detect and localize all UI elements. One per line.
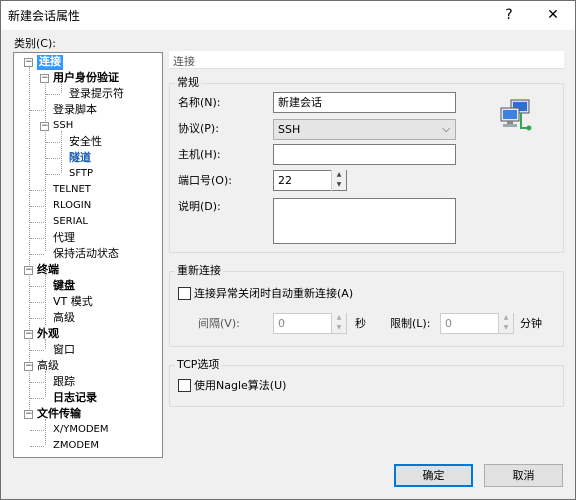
auto-reconnect-checkbox[interactable] <box>178 287 191 300</box>
minutes-unit: 分钟 <box>520 317 542 330</box>
tree-item[interactable]: 登录脚本 <box>53 103 97 118</box>
chevron-down-icon: ⌵ <box>442 124 450 135</box>
tree-item[interactable]: SSH <box>53 119 73 134</box>
category-label: 类别(C): <box>14 37 56 50</box>
limit-value: 0 <box>445 317 452 330</box>
limit-label: 限制(L): <box>390 317 431 330</box>
dialog-window: 新建会话属性 ? ✕ 类别(C): − 连接 − 用户身份验证 登录提示符 登录脚本 − SS… <box>0 0 576 500</box>
name-label: 名称(N): <box>178 96 221 109</box>
tree-item[interactable]: 用户身份验证 <box>53 71 119 86</box>
window-title: 新建会话属性 <box>8 9 81 23</box>
interval-up-icon[interactable]: ▲ <box>332 313 346 323</box>
tree-item[interactable]: 终端 <box>37 263 59 278</box>
cancel-button[interactable]: 取消 <box>484 464 563 487</box>
tree-collapse-toggle[interactable]: − <box>24 362 33 371</box>
reconnect-group <box>169 271 564 347</box>
limit-up-icon[interactable]: ▲ <box>499 313 513 323</box>
tree-collapse-toggle[interactable]: − <box>24 330 33 339</box>
interval-label: 间隔(V): <box>198 317 240 330</box>
port-input[interactable]: 22 ▲ ▼ <box>273 170 347 191</box>
interval-value: 0 <box>278 317 285 330</box>
tree-item[interactable]: 外观 <box>37 327 59 342</box>
tree-item[interactable]: 键盘 <box>53 279 75 294</box>
host-input[interactable] <box>273 144 456 165</box>
port-label: 端口号(O): <box>178 174 232 187</box>
limit-input[interactable]: 0 ▲ ▼ <box>440 313 514 334</box>
network-computer-icon <box>500 99 532 131</box>
nagle-checkbox[interactable] <box>178 379 191 392</box>
tree-collapse-toggle[interactable]: − <box>24 410 33 419</box>
tree-item[interactable]: 登录提示符 <box>69 87 124 102</box>
help-button[interactable]: ? <box>487 1 531 30</box>
tree-item[interactable]: VT 模式 <box>53 295 93 310</box>
tree-collapse-toggle[interactable]: − <box>24 58 33 67</box>
port-value: 22 <box>278 174 292 187</box>
nagle-label[interactable]: 使用Nagle算法(U) <box>194 379 286 393</box>
tree-item[interactable]: 安全性 <box>69 135 102 150</box>
ok-button[interactable]: 确定 <box>394 464 473 487</box>
seconds-unit: 秒 <box>355 317 366 330</box>
port-down-icon[interactable]: ▼ <box>332 180 346 190</box>
port-up-icon[interactable]: ▲ <box>332 170 346 180</box>
description-input[interactable] <box>273 198 456 244</box>
interval-input[interactable]: 0 ▲ ▼ <box>273 313 347 334</box>
tree-item[interactable]: SFTP <box>69 167 93 182</box>
limit-down-icon[interactable]: ▼ <box>499 323 513 333</box>
general-group-title: 常规 <box>175 76 201 90</box>
tree-item[interactable]: 隧道 <box>69 151 91 166</box>
tree-item[interactable]: X/YMODEM <box>53 423 108 438</box>
tree-item[interactable]: TELNET <box>53 183 91 198</box>
panel-header: 连接 <box>169 51 564 69</box>
tree-item[interactable]: 高级 <box>53 311 75 326</box>
tree-collapse-toggle[interactable]: − <box>40 74 49 83</box>
interval-down-icon[interactable]: ▼ <box>332 323 346 333</box>
tree-collapse-toggle[interactable]: − <box>24 266 33 275</box>
close-button[interactable]: ✕ <box>531 1 575 30</box>
auto-reconnect-label[interactable]: 连接异常关闭时自动重新连接(A) <box>194 287 353 301</box>
protocol-label: 协议(P): <box>178 122 219 135</box>
reconnect-group-title: 重新连接 <box>175 264 223 278</box>
title-bar[interactable]: 新建会话属性 ? ✕ <box>1 1 575 30</box>
panel-header-title: 连接 <box>173 55 195 68</box>
tree-item[interactable]: 代理 <box>53 231 75 246</box>
protocol-value: SSH <box>278 123 301 136</box>
tree-item[interactable]: 窗口 <box>53 343 75 358</box>
name-input[interactable]: 新建会话 <box>273 92 456 113</box>
tree-item[interactable]: 连接 <box>37 55 63 70</box>
tree-item[interactable]: 跟踪 <box>53 375 75 390</box>
tree-item[interactable]: 高级 <box>37 359 59 374</box>
tree-item[interactable]: SERIAL <box>53 215 88 230</box>
tree-item[interactable]: 保持活动状态 <box>53 247 119 262</box>
tcp-group-title: TCP选项 <box>175 358 222 372</box>
tree-item[interactable]: 日志记录 <box>53 391 97 406</box>
tree-item[interactable]: 文件传输 <box>37 407 81 422</box>
tree-collapse-toggle[interactable]: − <box>40 122 49 131</box>
host-label: 主机(H): <box>178 148 221 161</box>
tree-item[interactable]: ZMODEM <box>53 439 99 454</box>
tree-item[interactable]: RLOGIN <box>53 199 91 214</box>
protocol-select[interactable]: SSH ⌵ <box>273 119 456 140</box>
description-label: 说明(D): <box>178 200 221 213</box>
category-tree[interactable]: − 连接 − 用户身份验证 登录提示符 登录脚本 − SSH 安全性 隧道 SFTP TELNET RL… <box>13 52 163 458</box>
